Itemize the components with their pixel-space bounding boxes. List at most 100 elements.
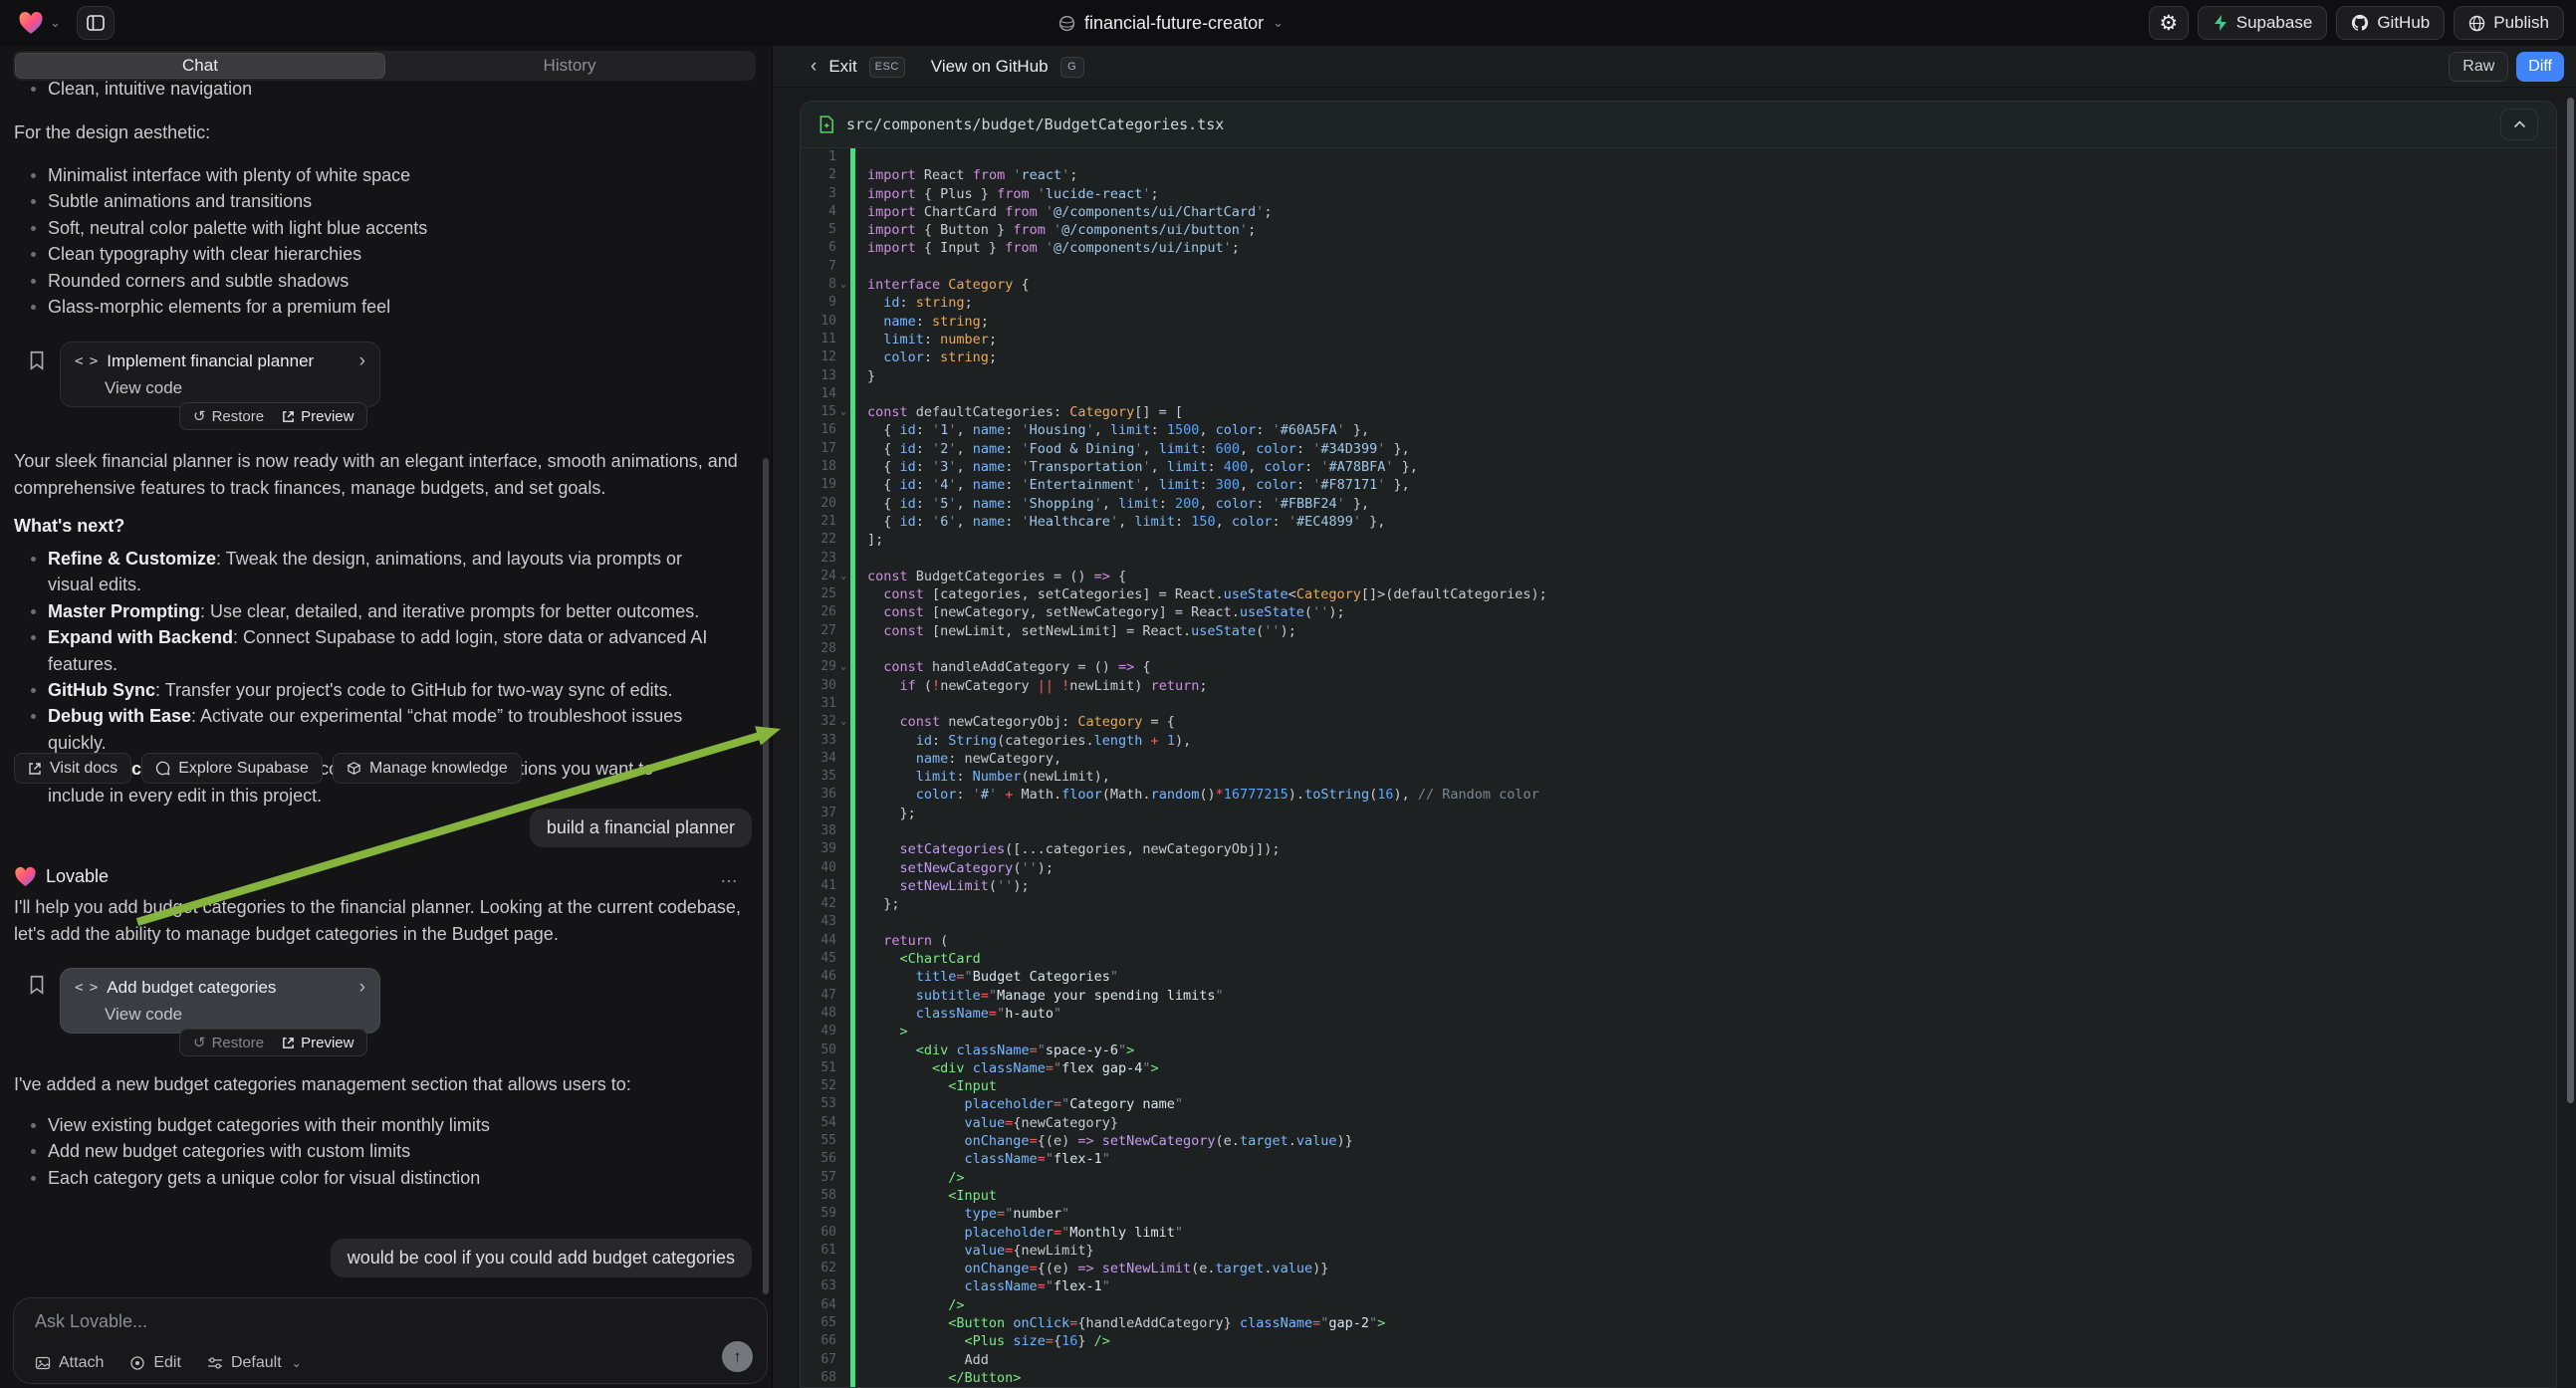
code-line: 9 id: string; bbox=[801, 294, 2556, 312]
code-line: 49 > bbox=[801, 1023, 2556, 1041]
code-line-text: id: String(categories.length + 1), bbox=[855, 732, 1191, 750]
line-number: 48 bbox=[801, 1005, 836, 1023]
code-line: 39 setCategories([...categories, newCate… bbox=[801, 840, 2556, 858]
code-line: 41 setNewLimit(''); bbox=[801, 877, 2556, 895]
preview-button[interactable]: Preview bbox=[273, 403, 362, 429]
fold-slot bbox=[836, 822, 850, 840]
chat-input-box[interactable]: Ask Lovable... Attach Edit bbox=[13, 1297, 768, 1384]
line-number: 66 bbox=[801, 1332, 836, 1350]
restore-button[interactable]: ↺ Restore bbox=[184, 403, 273, 429]
code-line: 38 bbox=[801, 822, 2556, 840]
version-card-implement-financial-planner[interactable]: < > Implement financial planner › View c… bbox=[60, 342, 380, 407]
github-button[interactable]: GitHub bbox=[2336, 6, 2445, 40]
code-line-text: id: string; bbox=[855, 294, 973, 312]
version-card-add-budget-categories[interactable]: < > Add budget categories › View code bbox=[60, 968, 380, 1034]
line-number: 47 bbox=[801, 987, 836, 1005]
code-line: 67 Add bbox=[801, 1351, 2556, 1369]
view-code-link[interactable]: View code bbox=[61, 378, 379, 398]
code-line: 5import { Button } from '@/components/ui… bbox=[801, 221, 2556, 239]
line-number: 26 bbox=[801, 603, 836, 621]
line-number: 18 bbox=[801, 458, 836, 476]
code-line-text: name: string; bbox=[855, 313, 989, 331]
bullet-dot-icon bbox=[31, 609, 36, 614]
exit-button[interactable]: Exit bbox=[828, 57, 856, 77]
send-button[interactable]: ↑ bbox=[722, 1341, 753, 1372]
view-on-github-button[interactable]: View on GitHub bbox=[931, 57, 1049, 77]
fold-chevron-icon[interactable]: ⌄ bbox=[836, 568, 850, 585]
chevron-right-icon[interactable]: › bbox=[359, 977, 365, 999]
supabase-button[interactable]: Supabase bbox=[2198, 6, 2328, 40]
list-item-text: Glass-morphic elements for a premium fee… bbox=[48, 294, 390, 320]
input-toolbar: Attach Edit Default bbox=[35, 1354, 302, 1372]
code-editor[interactable]: 12import React from 'react';3import { Pl… bbox=[801, 148, 2556, 1387]
fold-slot bbox=[836, 603, 850, 621]
raw-toggle-button[interactable]: Raw bbox=[2449, 52, 2508, 82]
code-line: 59 type="number" bbox=[801, 1205, 2556, 1223]
fold-slot bbox=[836, 1332, 850, 1350]
line-number: 36 bbox=[801, 786, 836, 804]
fold-slot bbox=[836, 1260, 850, 1277]
supabase-label: Supabase bbox=[2236, 13, 2313, 33]
code-line-text: <Input bbox=[855, 1077, 997, 1095]
restore-button[interactable]: ↺ Restore bbox=[184, 1030, 273, 1055]
model-selector[interactable]: Default ⌄ bbox=[207, 1354, 302, 1372]
sidebar-toggle-button[interactable] bbox=[77, 6, 115, 40]
logo-chevron-down-icon[interactable]: ⌄ bbox=[50, 15, 61, 31]
publish-button[interactable]: Publish bbox=[2454, 6, 2564, 40]
fold-slot bbox=[836, 859, 850, 877]
project-selector[interactable]: financial-future-creator ⌄ bbox=[1058, 0, 1284, 46]
list-item-text: Expand with Backend: Connect Supabase to… bbox=[48, 624, 711, 677]
topbar-right-group: ⚙ Supabase GitHub Publish bbox=[2149, 6, 2564, 40]
bookmark-icon[interactable] bbox=[26, 349, 48, 371]
lovable-logo-icon[interactable] bbox=[18, 11, 44, 35]
fold-chevron-icon[interactable]: ⌄ bbox=[836, 658, 850, 676]
fold-slot bbox=[836, 913, 850, 931]
list-item-text: Clean typography with clear hierarchies bbox=[48, 241, 361, 267]
user-message-bubble: would be cool if you could add budget ca… bbox=[331, 1239, 752, 1277]
code-line-text: /> bbox=[855, 1296, 965, 1314]
settings-button[interactable]: ⚙ bbox=[2149, 6, 2189, 40]
fold-slot bbox=[836, 932, 850, 950]
code-line-text: if (!newCategory || !newLimit) return; bbox=[855, 677, 1207, 695]
visit-docs-button[interactable]: Visit docs bbox=[14, 753, 131, 784]
code-line-text: name: newCategory, bbox=[855, 750, 1061, 768]
code-line-text bbox=[855, 385, 867, 403]
fold-chevron-icon[interactable]: ⌄ bbox=[836, 276, 850, 294]
file-header[interactable]: src/components/budget/BudgetCategories.t… bbox=[801, 102, 2556, 148]
chat-scrollbar[interactable] bbox=[763, 458, 769, 1294]
bookmark-icon[interactable] bbox=[26, 974, 48, 996]
code-line-text: import React from 'react'; bbox=[855, 166, 1077, 184]
manage-knowledge-button[interactable]: Manage knowledge bbox=[333, 753, 522, 784]
line-number: 17 bbox=[801, 440, 836, 458]
attach-button[interactable]: Attach bbox=[35, 1354, 104, 1372]
diff-toggle-button[interactable]: Diff bbox=[2516, 52, 2564, 82]
code-line: 6import { Input } from '@/components/ui/… bbox=[801, 239, 2556, 257]
ready-paragraph: Your sleek financial planner is now read… bbox=[14, 448, 741, 502]
edit-mode-button[interactable]: Edit bbox=[129, 1354, 181, 1372]
code-line: 21 { id: '6', name: 'Healthcare', limit:… bbox=[801, 513, 2556, 531]
list-item: Subtle animations and transitions bbox=[14, 188, 720, 214]
diff-header-left: ‹ Exit ESC View on GitHub G bbox=[811, 46, 1084, 88]
line-number: 44 bbox=[801, 932, 836, 950]
fold-slot bbox=[836, 877, 850, 895]
fold-slot bbox=[836, 421, 850, 439]
fold-chevron-icon[interactable]: ⌄ bbox=[836, 713, 850, 731]
line-number: 59 bbox=[801, 1205, 836, 1223]
fold-chevron-icon[interactable]: ⌄ bbox=[836, 403, 850, 421]
code-line-text: { id: '5', name: 'Shopping', limit: 200,… bbox=[855, 495, 1369, 513]
explore-supabase-button[interactable]: Explore Supabase bbox=[141, 753, 323, 784]
fold-slot bbox=[836, 1314, 850, 1332]
line-number: 38 bbox=[801, 822, 836, 840]
line-number: 51 bbox=[801, 1059, 836, 1077]
fold-slot bbox=[836, 258, 850, 276]
preview-button[interactable]: Preview bbox=[273, 1030, 362, 1055]
collapse-file-button[interactable] bbox=[2500, 109, 2538, 140]
view-code-link[interactable]: View code bbox=[61, 1005, 379, 1025]
list-item: Master Prompting: Use clear, detailed, a… bbox=[14, 598, 711, 624]
code-line: 66 <Plus size={16} /> bbox=[801, 1332, 2556, 1350]
code-line-text: <Plus size={16} /> bbox=[855, 1332, 1110, 1350]
message-menu-button[interactable]: … bbox=[720, 866, 738, 887]
code-line: 46 title="Budget Categories" bbox=[801, 968, 2556, 986]
code-panel-scrollbar[interactable] bbox=[2567, 98, 2574, 1103]
chevron-right-icon[interactable]: › bbox=[359, 350, 365, 372]
